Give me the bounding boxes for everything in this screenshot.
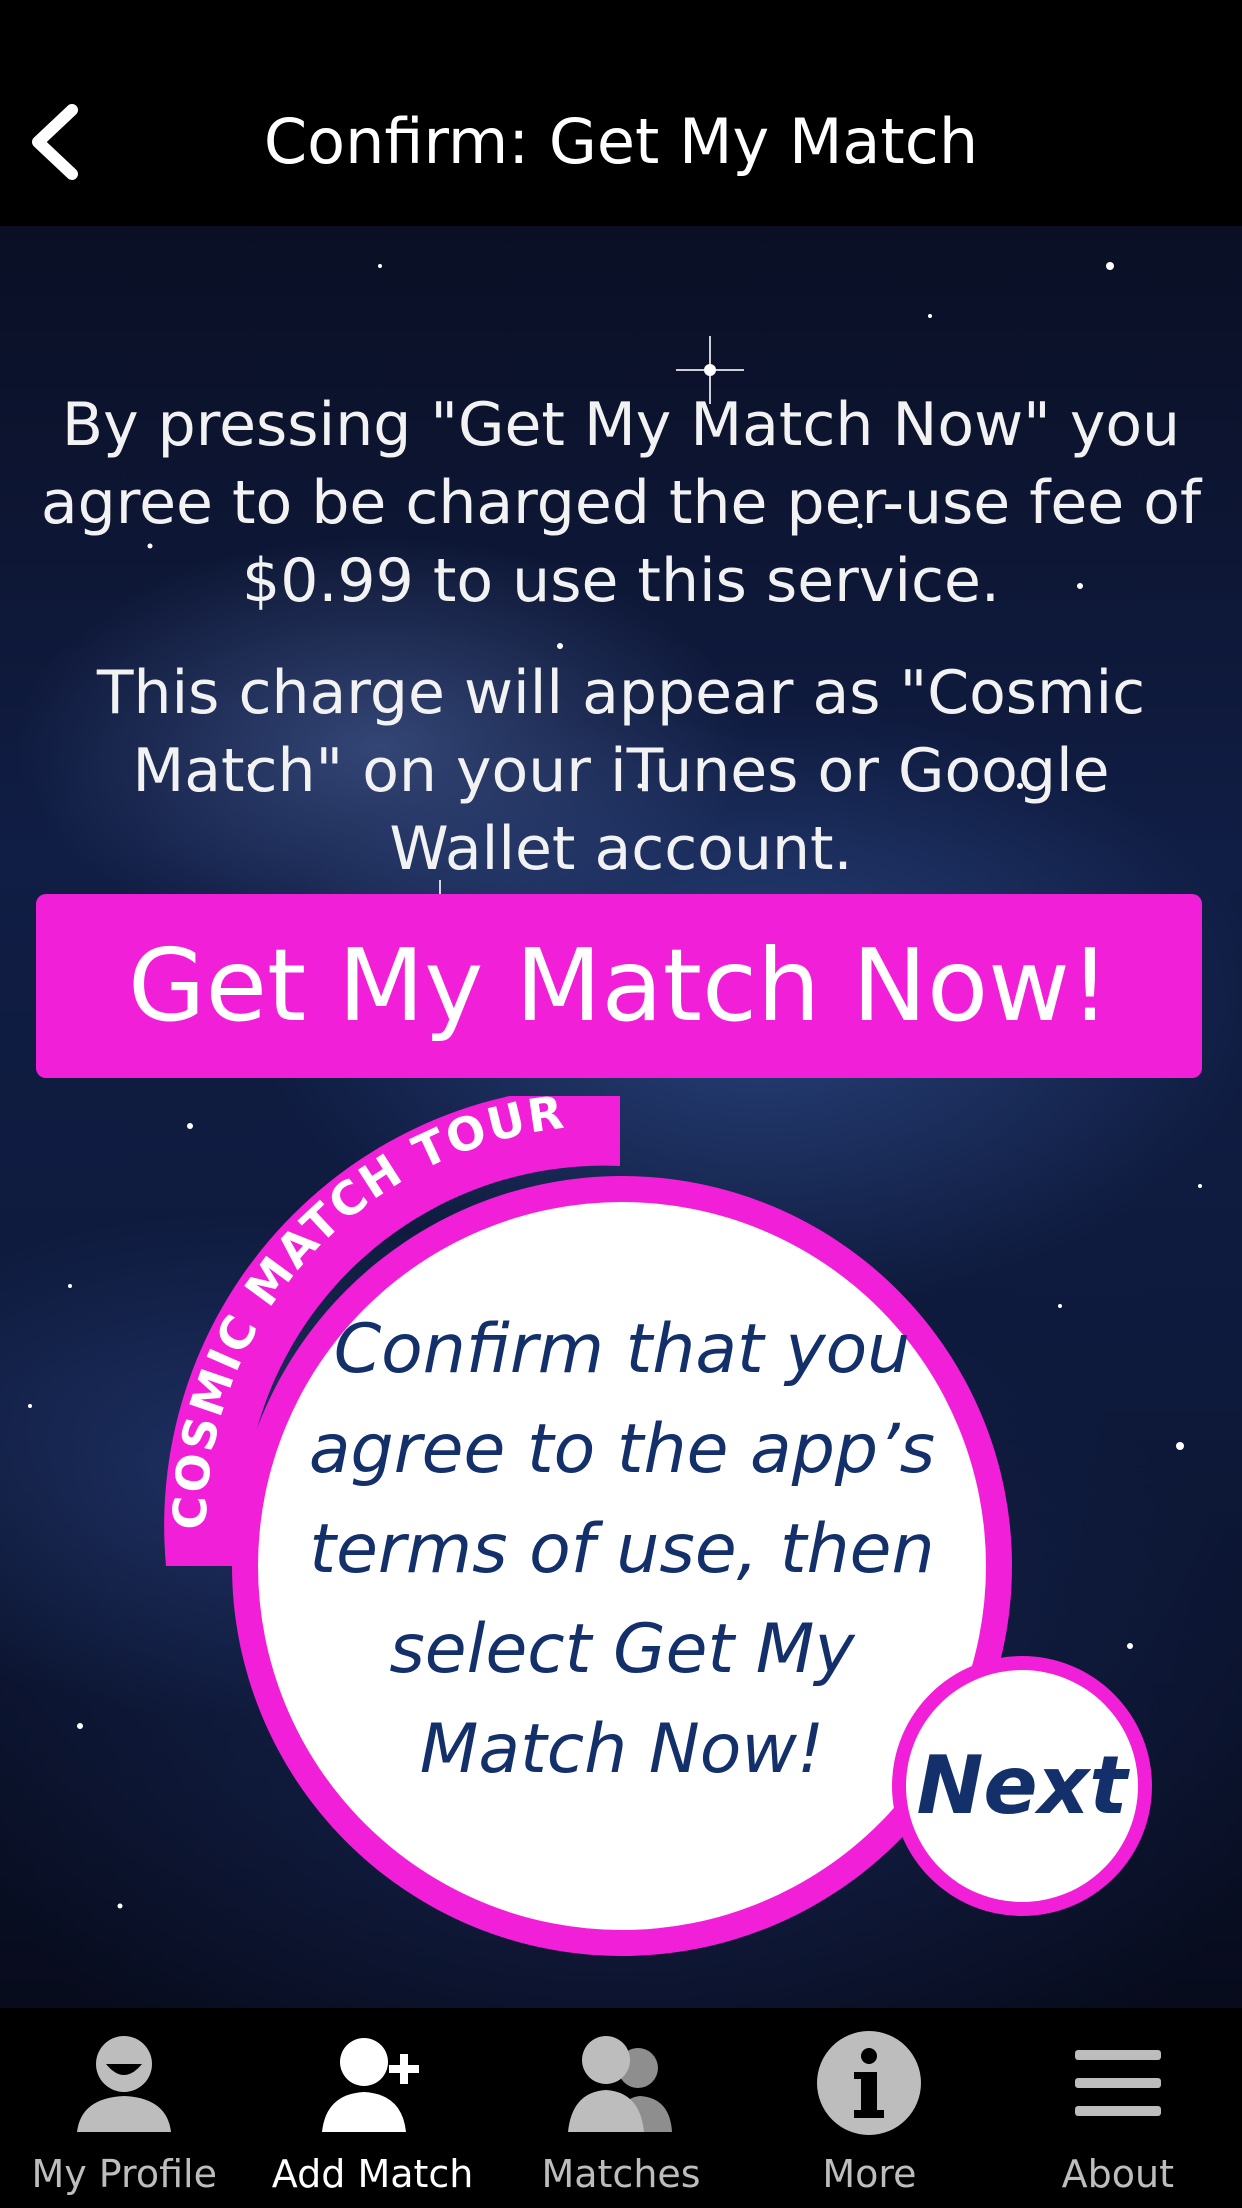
users-icon: [568, 2036, 673, 2132]
bottom-tab-bar: My Profile Add Match Matches More About: [0, 2008, 1242, 2208]
tab-label: About: [1061, 2152, 1174, 2196]
tab-matches[interactable]: Matches: [497, 2008, 745, 2208]
tab-label: More: [822, 2152, 917, 2196]
info-icon: [817, 2031, 922, 2135]
tour-message: Confirm that you agree to the app’s term…: [308, 1310, 936, 1789]
tab-label: Matches: [541, 2152, 701, 2196]
tab-about[interactable]: About: [994, 2008, 1242, 2208]
get-my-match-now-button[interactable]: Get My Match Now!: [36, 894, 1202, 1078]
header-bar: Confirm: Get My Match: [0, 0, 1242, 226]
tab-add-match[interactable]: Add Match: [248, 2008, 496, 2208]
terms-paragraph: By pressing "Get My Match Now" you agree…: [40, 390, 1202, 616]
add-user-icon: [321, 2038, 419, 2132]
tab-more[interactable]: More: [745, 2008, 993, 2208]
profile-icon: [77, 2036, 172, 2132]
tab-my-profile[interactable]: My Profile: [0, 2008, 248, 2208]
charge-paragraph: This charge will appear as "Cosmic Match…: [96, 658, 1146, 884]
next-button[interactable]: Next: [906, 1670, 1138, 1902]
tab-label: Add Match: [271, 2152, 474, 2196]
tab-label: My Profile: [31, 2152, 217, 2196]
page-title: Confirm: Get My Match: [263, 105, 979, 178]
menu-icon: [1074, 2050, 1161, 2116]
